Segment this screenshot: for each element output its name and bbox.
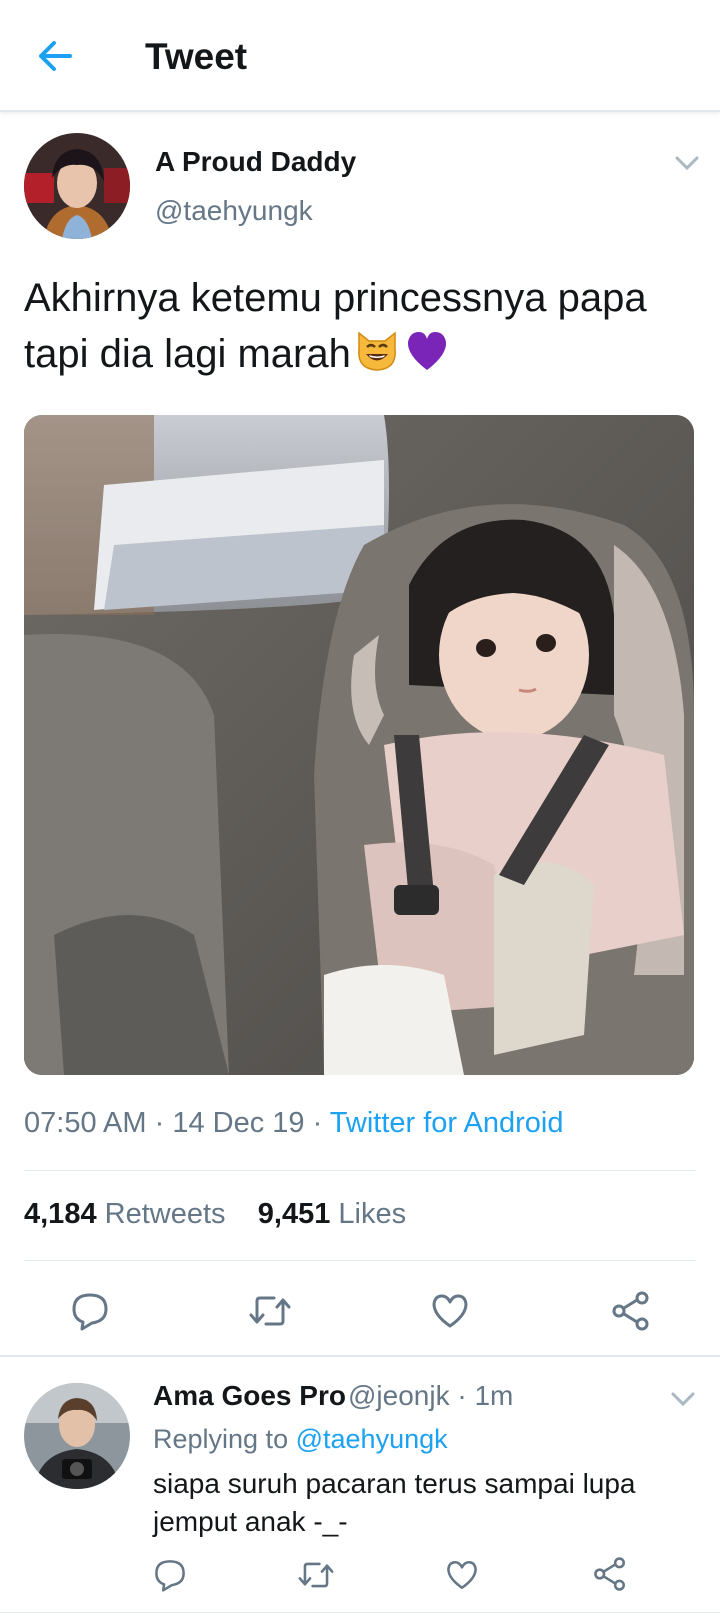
likes-label[interactable]: Likes	[338, 1198, 406, 1230]
retweet-icon[interactable]	[248, 1291, 292, 1331]
reply-reply-icon[interactable]	[153, 1558, 187, 1592]
reply-share-icon[interactable]	[592, 1556, 628, 1592]
reply-author-avatar[interactable]	[24, 1383, 130, 1489]
reply-like-heart-icon[interactable]	[445, 1558, 479, 1592]
app-header: Tweet	[0, 0, 720, 112]
back-arrow-icon[interactable]	[36, 36, 76, 76]
tweet-time: 07:50 AM	[24, 1107, 147, 1139]
reply-author-handle[interactable]: @jeonjk	[348, 1380, 450, 1411]
reply-text: siapa suruh pacaran terus sampai lupa je…	[153, 1468, 636, 1537]
section-divider	[0, 1355, 720, 1357]
replying-to-label: Replying to	[153, 1424, 289, 1454]
divider	[24, 1170, 696, 1171]
reply-menu-chevron-down-icon[interactable]	[670, 1390, 696, 1408]
divider	[24, 1260, 696, 1261]
replying-to: Replying to @taehyungk	[153, 1424, 448, 1455]
reply-author-name[interactable]: Ama Goes Pro	[153, 1380, 346, 1412]
reply-retweet-icon[interactable]	[297, 1558, 335, 1592]
like-heart-icon[interactable]	[430, 1291, 470, 1331]
tweet-menu-chevron-down-icon[interactable]	[674, 154, 700, 172]
author-handle[interactable]: @taehyungk	[155, 195, 313, 227]
purple-heart-emoji-icon	[403, 327, 451, 375]
grinning-cat-emoji-icon	[353, 327, 401, 375]
reply-author-meta: @jeonjk · 1m	[348, 1380, 514, 1411]
replying-to-handle[interactable]: @taehyungk	[296, 1424, 448, 1454]
author-avatar[interactable]	[24, 133, 130, 239]
tweet-stats: 4,184 Retweets 9,451 Likes	[24, 1198, 406, 1231]
bottom-divider	[0, 1612, 720, 1613]
page-title: Tweet	[145, 36, 248, 77]
tweet-timestamp: 07:50 AM · 14 Dec 19 · Twitter for Andro…	[24, 1107, 564, 1139]
share-icon[interactable]	[610, 1290, 652, 1332]
retweets-label[interactable]: Retweets	[105, 1198, 226, 1230]
likes-count[interactable]: 9,451	[258, 1198, 331, 1230]
tweet-source-link[interactable]: Twitter for Android	[330, 1107, 564, 1139]
reply-time: 1m	[474, 1380, 514, 1411]
tweet-text: Akhirnya ketemu princessnya papa tapi di…	[24, 270, 684, 382]
author-name[interactable]: A Proud Daddy	[155, 146, 356, 178]
tweet-date: 14 Dec 19	[172, 1107, 305, 1139]
retweets-count[interactable]: 4,184	[24, 1198, 97, 1230]
tweet-text-content: Akhirnya ketemu princessnya papa tapi di…	[24, 276, 647, 376]
tweet-photo[interactable]	[24, 415, 694, 1075]
reply-icon[interactable]	[70, 1291, 110, 1331]
